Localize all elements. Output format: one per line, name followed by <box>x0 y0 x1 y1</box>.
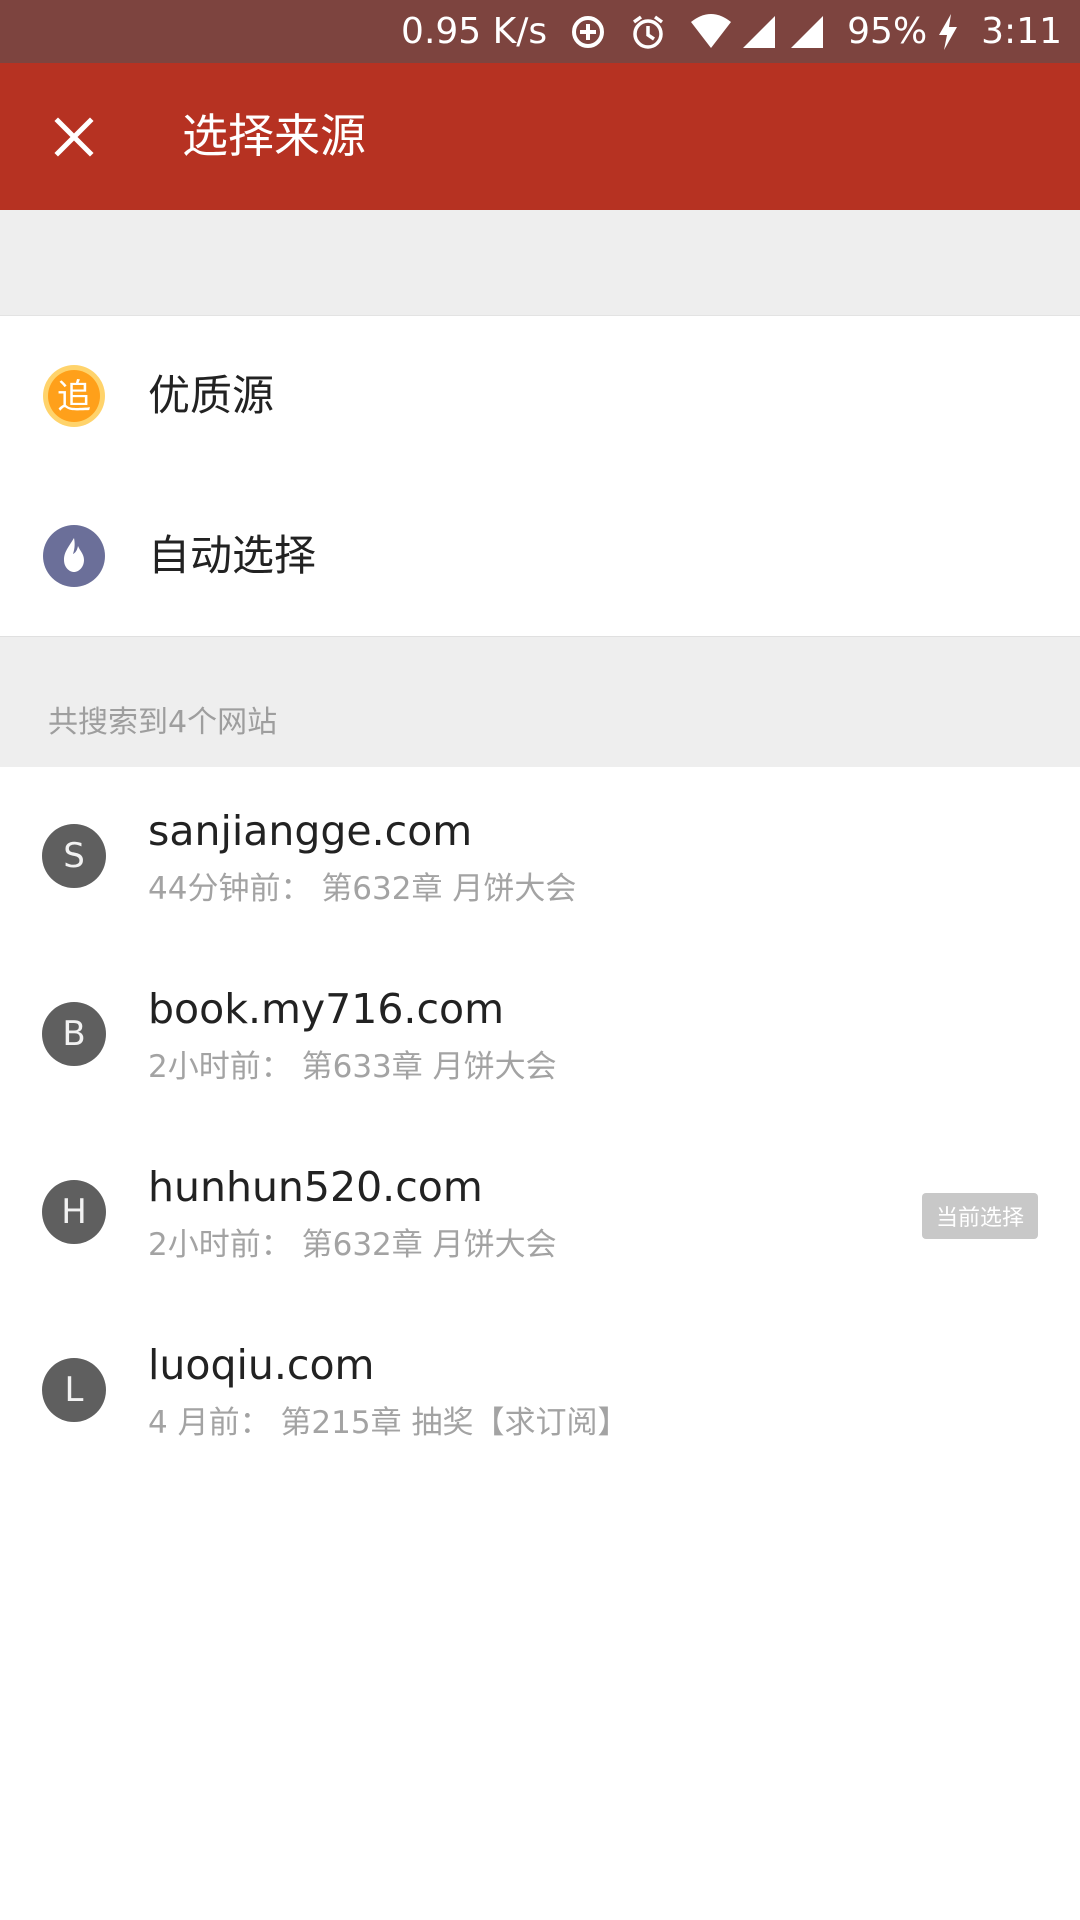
top-spacer <box>0 210 1080 316</box>
update-time: 2小时前： <box>148 1049 292 1085</box>
data-saver-icon <box>569 13 607 51</box>
site-row-sanjiangge[interactable]: S sanjiangge.com 44分钟前： 第632章 月饼大会 <box>0 767 1080 945</box>
option-auto-select[interactable]: 自动选择 <box>0 476 1080 636</box>
option-label: 自动选择 <box>148 531 317 580</box>
option-premium-source[interactable]: 追 优质源 <box>0 316 1080 476</box>
latest-chapter: 第215章 抽奖【求订阅】 <box>280 1405 629 1441</box>
site-row-hunhun520[interactable]: H hunhun520.com 2小时前： 第632章 月饼大会 当前选择 <box>0 1123 1080 1301</box>
charging-icon <box>937 13 959 51</box>
update-time: 4 月前： <box>148 1405 271 1441</box>
site-domain: book.my716.com <box>148 985 505 1033</box>
update-time: 44分钟前： <box>148 871 312 907</box>
close-button[interactable] <box>40 103 108 171</box>
site-row-my716[interactable]: B book.my716.com 2小时前： 第633章 月饼大会 <box>0 945 1080 1123</box>
zhui-badge-text: 追 <box>57 377 91 417</box>
avatar: L <box>42 1358 106 1422</box>
signal-icon <box>789 14 825 50</box>
flame-icon <box>42 524 106 588</box>
clock-time: 3:11 <box>981 11 1062 52</box>
signal-icon <box>741 14 777 50</box>
option-label: 优质源 <box>148 371 275 420</box>
site-domain: luoqiu.com <box>148 1341 375 1389</box>
current-selection-badge: 当前选择 <box>921 1193 1038 1239</box>
site-domain: hunhun520.com <box>148 1163 483 1211</box>
site-update-info: 2小时前： 第633章 月饼大会 <box>148 1041 557 1086</box>
site-update-info: 2小时前： 第632章 月饼大会 <box>148 1219 557 1264</box>
site-update-info: 44分钟前： 第632章 月饼大会 <box>148 863 576 908</box>
latest-chapter: 第633章 月饼大会 <box>301 1049 557 1085</box>
update-time: 2小时前： <box>148 1227 292 1263</box>
avatar: H <box>42 1180 106 1244</box>
app-bar: 选择来源 <box>0 63 1080 210</box>
page-title: 选择来源 <box>182 109 366 163</box>
results-section-header: 共搜索到4个网站 <box>0 636 1080 767</box>
network-speed: 0.95 K/s <box>401 11 548 52</box>
avatar: B <box>42 1002 106 1066</box>
status-bar: 0.95 K/s 95% 3:11 <box>0 0 1080 63</box>
site-domain: sanjiangge.com <box>148 807 473 855</box>
avatar: S <box>42 824 106 888</box>
latest-chapter: 第632章 月饼大会 <box>321 871 577 907</box>
wifi-icon <box>689 13 733 50</box>
latest-chapter: 第632章 月饼大会 <box>301 1227 557 1263</box>
results-count-text: 共搜索到4个网站 <box>48 705 278 740</box>
alarm-icon <box>629 13 667 51</box>
zhui-badge-icon: 追 <box>42 364 106 428</box>
site-update-info: 4 月前： 第215章 抽奖【求订阅】 <box>148 1397 628 1442</box>
battery-percent: 95% <box>847 11 928 52</box>
site-row-luoqiu[interactable]: L luoqiu.com 4 月前： 第215章 抽奖【求订阅】 <box>0 1301 1080 1479</box>
close-icon <box>54 117 94 157</box>
